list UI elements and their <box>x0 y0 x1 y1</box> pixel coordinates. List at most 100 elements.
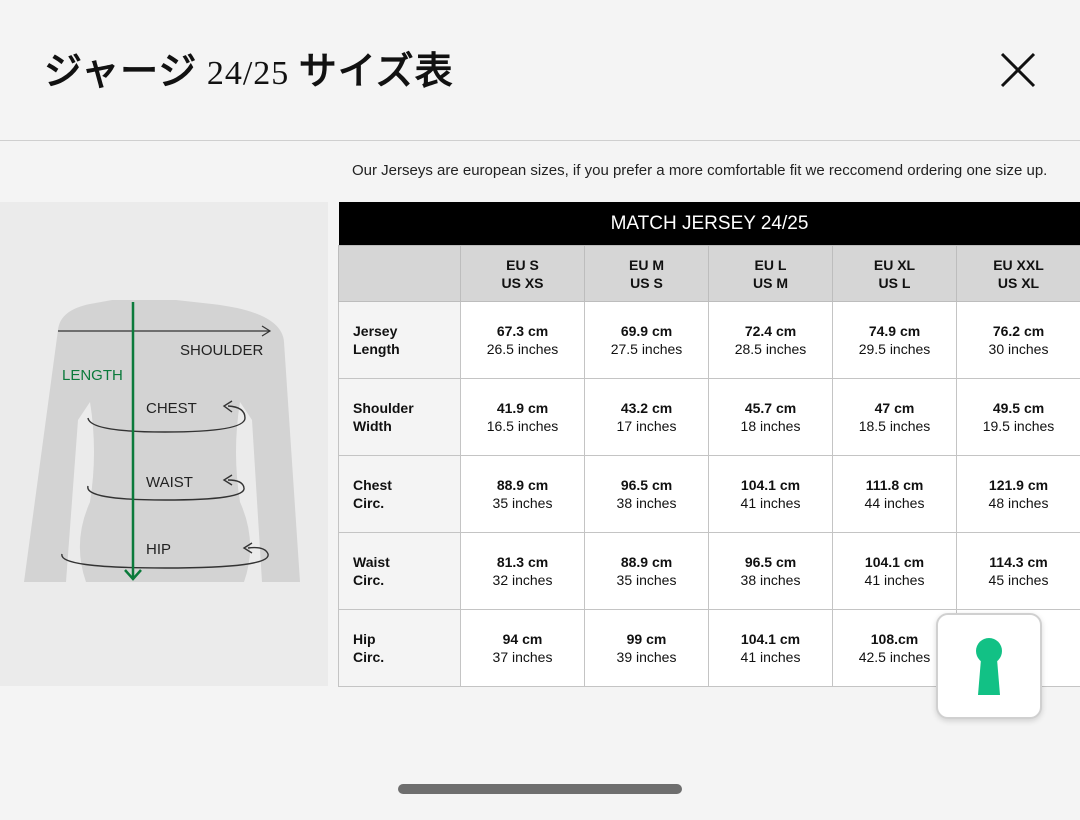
close-button[interactable] <box>996 48 1040 92</box>
title-suffix: サイズ表 <box>298 51 454 93</box>
value-inches: 30 inches <box>988 341 1049 357</box>
size-header-cell: EU XXL US XL <box>956 245 1080 302</box>
value-cm: 104.1 cm <box>740 631 801 647</box>
measurement-cell: 76.2 cm 30 inches <box>956 301 1080 379</box>
row-label: Chest Circ. <box>338 455 461 533</box>
value-inches: 39 inches <box>616 649 677 665</box>
size-header-cell: EU M US S <box>584 245 709 302</box>
measurement-cell: 74.9 cm 29.5 inches <box>832 301 957 379</box>
value-inches: 38 inches <box>740 572 801 588</box>
value-cm: 104.1 cm <box>864 554 925 570</box>
table-row: Waist Circ. 81.3 cm 32 inches 88.9 cm 35 inch… <box>338 532 1080 610</box>
accessibility-icon <box>976 638 1002 695</box>
value-cm: 49.5 cm <box>992 400 1045 416</box>
size-eu: EU M <box>629 256 664 273</box>
row-label-line: Chest <box>353 477 392 493</box>
row-label-line: Waist <box>353 554 390 570</box>
measurement-cell: 104.1 cm 41 inches <box>708 609 833 687</box>
value-cm: 47 cm <box>874 400 915 416</box>
accessibility-widget-button[interactable] <box>936 613 1042 719</box>
row-label: Jersey Length <box>338 301 461 379</box>
fit-note: Our Jerseys are european sizes, if you p… <box>352 162 1048 179</box>
measurement-cell: 96.5 cm 38 inches <box>708 532 833 610</box>
measurement-cell: 114.3 cm 45 inches <box>956 532 1080 610</box>
measurement-figure: SHOULDER LENGTH CHEST WAIST HIP <box>0 202 328 686</box>
measurement-cell: 121.9 cm 48 inches <box>956 455 1080 533</box>
home-indicator <box>398 784 682 794</box>
measurement-cell: 94 cm 37 inches <box>460 609 585 687</box>
value-inches: 17 inches <box>616 418 677 434</box>
value-cm: 104.1 cm <box>740 477 801 493</box>
value-cm: 69.9 cm <box>620 323 673 339</box>
hip-label: HIP <box>146 541 172 558</box>
measurement-cell: 41.9 cm 16.5 inches <box>460 378 585 456</box>
table-row: Jersey Length 67.3 cm 26.5 inches 69.9 cm 27.… <box>338 301 1080 379</box>
measurement-cell: 45.7 cm 18 inches <box>708 378 833 456</box>
length-label: LENGTH <box>62 367 123 384</box>
value-inches: 19.5 inches <box>982 418 1055 434</box>
measurement-cell: 88.9 cm 35 inches <box>460 455 585 533</box>
measurement-cell: 49.5 cm 19.5 inches <box>956 378 1080 456</box>
size-header-cell: EU L US M <box>708 245 833 302</box>
size-header-row: EU S US XS EU M US S EU L US M EU XL US L EU… <box>338 245 1080 302</box>
value-inches: 35 inches <box>616 572 677 588</box>
close-icon <box>1000 52 1036 88</box>
value-inches: 42.5 inches <box>858 649 931 665</box>
body-silhouette <box>24 300 300 582</box>
measurement-cell: 111.8 cm 44 inches <box>832 455 957 533</box>
measurement-cell: 104.1 cm 41 inches <box>832 532 957 610</box>
value-inches: 37 inches <box>492 649 553 665</box>
size-us: US XL <box>997 274 1040 291</box>
value-cm: 121.9 cm <box>988 477 1049 493</box>
value-inches: 48 inches <box>988 495 1049 511</box>
title-number: 24/25 <box>197 55 299 92</box>
table-row: Shoulder Width 41.9 cm 16.5 inches 43.2 cm 17… <box>338 378 1080 456</box>
value-cm: 76.2 cm <box>992 323 1045 339</box>
size-eu: EU XL <box>873 256 916 273</box>
measurement-cell: 99 cm 39 inches <box>584 609 709 687</box>
value-cm: 88.9 cm <box>496 477 549 493</box>
page-title: ジャージ 24/25 サイズ表 <box>44 40 454 95</box>
table-row: Chest Circ. 88.9 cm 35 inches 96.5 cm 38 inch… <box>338 455 1080 533</box>
row-label-line: Circ. <box>353 649 385 665</box>
row-label: Waist Circ. <box>338 532 461 610</box>
shoulder-label: SHOULDER <box>180 342 264 359</box>
value-inches: 29.5 inches <box>858 341 931 357</box>
value-cm: 72.4 cm <box>744 323 797 339</box>
value-cm: 88.9 cm <box>620 554 673 570</box>
table-caption: MATCH JERSEY 24/25 <box>338 202 1080 246</box>
value-cm: 81.3 cm <box>496 554 549 570</box>
row-label-line: Circ. <box>353 572 385 588</box>
measurement-cell: 96.5 cm 38 inches <box>584 455 709 533</box>
measurement-cell: 72.4 cm 28.5 inches <box>708 301 833 379</box>
size-eu: EU L <box>754 256 787 273</box>
empty-corner-cell <box>338 245 461 302</box>
value-cm: 96.5 cm <box>744 554 797 570</box>
modal-header: ジャージ 24/25 サイズ表 <box>0 0 1080 141</box>
value-inches: 45 inches <box>988 572 1049 588</box>
value-cm: 45.7 cm <box>744 400 797 416</box>
value-cm: 114.3 cm <box>989 554 1048 570</box>
value-cm: 41.9 cm <box>496 400 549 416</box>
value-cm: 96.5 cm <box>620 477 673 493</box>
size-us: US M <box>753 274 788 291</box>
value-inches: 16.5 inches <box>486 418 559 434</box>
value-cm: 74.9 cm <box>868 323 921 339</box>
chest-label: CHEST <box>146 400 197 417</box>
measurement-cell: 104.1 cm 41 inches <box>708 455 833 533</box>
measurement-cell: 81.3 cm 32 inches <box>460 532 585 610</box>
value-cm: 94 cm <box>502 631 543 647</box>
value-cm: 111.8 cm <box>865 477 924 493</box>
measurement-cell: 47 cm 18.5 inches <box>832 378 957 456</box>
value-inches: 18.5 inches <box>858 418 931 434</box>
size-header-cell: EU XL US L <box>832 245 957 302</box>
measurement-cell: 67.3 cm 26.5 inches <box>460 301 585 379</box>
value-inches: 41 inches <box>864 572 925 588</box>
value-cm: 99 cm <box>626 631 667 647</box>
row-label-line: Length <box>353 341 400 357</box>
value-inches: 41 inches <box>740 649 801 665</box>
value-inches: 18 inches <box>740 418 801 434</box>
title-prefix: ジャージ <box>44 51 198 93</box>
size-us: US S <box>630 274 663 291</box>
row-label-line: Width <box>353 418 392 434</box>
